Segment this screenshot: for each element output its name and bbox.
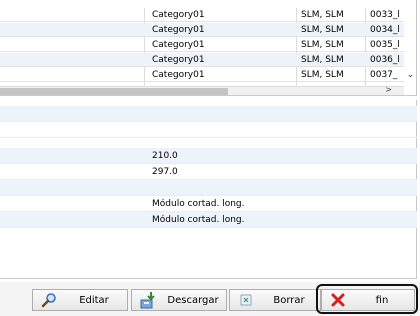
table-row[interactable]: Category01 SLM, SLM 0035_l <box>0 38 404 52</box>
code-cell: 0033_l <box>370 10 400 20</box>
code-cell: 0034_l <box>370 25 400 35</box>
detail-panel: 210.0 297.0 Módulo cortad. long. Módulo … <box>0 100 417 279</box>
code-cell: 0037_ <box>370 70 398 80</box>
type-cell: SLM, SLM <box>301 40 344 50</box>
download-button[interactable]: Descargar <box>131 289 227 311</box>
scrollbar-thumb[interactable] <box>0 88 228 95</box>
height-value: 297.0 <box>152 167 178 177</box>
detail-row <box>0 122 417 138</box>
type-cell: SLM, SLM <box>301 55 344 65</box>
app-window: Category01 SLM, SLM 0033_l Category01 SL… <box>0 0 420 316</box>
type-cell: SLM, SLM <box>301 25 344 35</box>
category-cell: Category01 <box>152 40 205 50</box>
results-grid: Category01 SLM, SLM 0033_l Category01 SL… <box>0 0 417 96</box>
module-value: Módulo cortad. long. <box>152 199 245 209</box>
delete-icon <box>234 291 258 309</box>
width-value: 210.0 <box>152 151 178 161</box>
end-button-highlight <box>316 284 418 314</box>
module-value: Módulo cortad. long. <box>152 215 245 225</box>
table-row[interactable]: Category01 SLM, SLM 0037_ <box>0 68 404 82</box>
magnifier-icon <box>37 291 61 309</box>
delete-button[interactable]: Borrar <box>229 289 321 311</box>
scroll-down-arrow[interactable]: ⌄ <box>404 70 416 86</box>
download-icon <box>136 291 160 309</box>
detail-row: Módulo cortad. long. <box>0 196 417 212</box>
detail-row <box>0 106 417 122</box>
category-cell: Category01 <box>152 10 205 20</box>
code-cell: 0036_l <box>370 55 400 65</box>
detail-row: 210.0 <box>0 148 417 164</box>
edit-label: Editar <box>79 294 109 306</box>
category-cell: Category01 <box>152 25 205 35</box>
table-row[interactable]: Category01 SLM, SLM 0033_l <box>0 8 404 22</box>
scroll-right-arrow[interactable]: > <box>385 85 392 94</box>
horizontal-scrollbar[interactable]: > <box>0 85 404 95</box>
table-row[interactable]: Category01 SLM, SLM 0034_l <box>0 23 404 37</box>
type-cell: SLM, SLM <box>301 70 344 80</box>
category-cell: Category01 <box>152 55 205 65</box>
table-row[interactable]: Category01 SLM, SLM 0036_l <box>0 53 404 67</box>
code-cell: 0035_l <box>370 40 400 50</box>
delete-label: Borrar <box>273 294 305 306</box>
category-cell: Category01 <box>152 70 205 80</box>
detail-row: Módulo cortad. long. <box>0 212 417 228</box>
type-cell: SLM, SLM <box>301 10 344 20</box>
download-label: Descargar <box>167 294 219 306</box>
edit-button[interactable]: Editar <box>32 289 128 311</box>
detail-row <box>0 180 417 196</box>
detail-row: 297.0 <box>0 164 417 180</box>
